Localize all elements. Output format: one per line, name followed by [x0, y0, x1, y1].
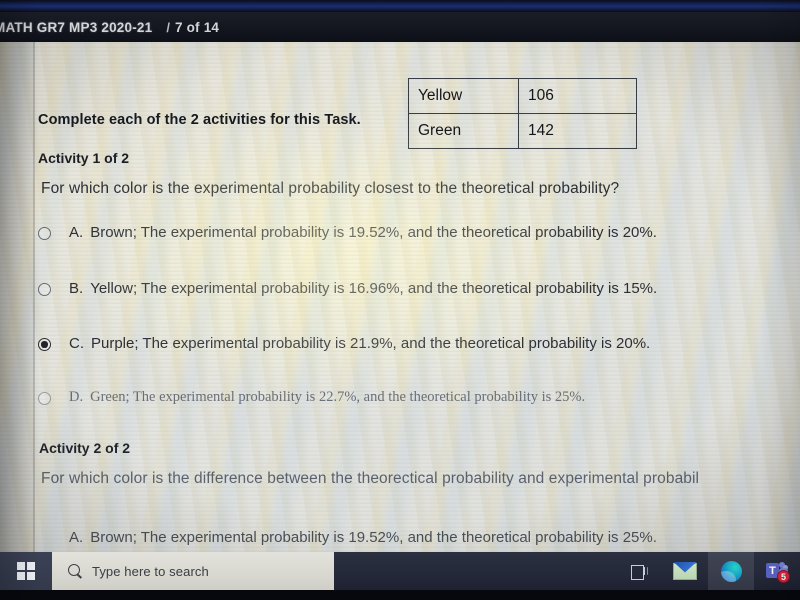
activity-2-question: For which color is the difference betwee… [41, 470, 700, 487]
edge-icon [720, 560, 742, 582]
option-letter: B. [69, 280, 84, 297]
question-content: Complete each of the 2 activities for th… [38, 42, 800, 552]
option-text: Brown; The experimental probability is 1… [90, 529, 657, 546]
option-letter: D. [69, 389, 84, 405]
header-separator: / [166, 19, 170, 35]
option-letter: A. [69, 224, 84, 241]
taskbar-icon-group: T 5 [616, 552, 800, 590]
activity-2-label: Activity 2 of 2 [39, 440, 131, 456]
windows-logo-icon [16, 561, 36, 581]
option-text: Green; The experimental probability is 2… [90, 389, 586, 405]
radio-button-icon[interactable] [38, 392, 51, 405]
option-a[interactable]: A. Brown; The experimental probability i… [38, 224, 657, 241]
left-gutter [0, 42, 34, 552]
radio-button-selected-icon[interactable] [38, 338, 51, 351]
teams-app-button[interactable]: T 5 [754, 552, 800, 590]
edge-browser-button[interactable] [708, 552, 754, 590]
start-button[interactable] [0, 552, 52, 590]
gutter-divider [33, 42, 35, 552]
teams-notification-badge: 5 [777, 569, 790, 583]
option-text: Brown; The experimental probability is 1… [90, 224, 657, 241]
option-text: Yellow; The experimental probability is … [90, 280, 658, 297]
option-d[interactable]: D. Green; The experimental probability i… [38, 389, 585, 406]
task-instruction: Complete each of the 2 activities for th… [38, 112, 361, 128]
task-view-icon [630, 564, 648, 580]
monitor-photo: MATH GR7 MP3 2020-21 / 7 of 14 Yellow 10… [0, 0, 800, 600]
windows-taskbar: Type here to search T 5 [0, 552, 800, 590]
monitor-bezel-bottom [0, 590, 800, 600]
search-icon [68, 564, 82, 578]
option-letter: A. [69, 529, 84, 546]
course-title: MATH GR7 MP3 2020-21 [0, 19, 153, 35]
option-text: Purple; The experimental probability is … [91, 335, 651, 352]
task-view-button[interactable] [616, 552, 662, 590]
activity-2-option-a[interactable]: A. Brown; The experimental probability i… [38, 529, 657, 546]
activity-1-question: For which color is the experimental prob… [41, 180, 620, 197]
app-header-bar: MATH GR7 MP3 2020-21 / 7 of 14 [0, 12, 800, 42]
radio-button-icon[interactable] [38, 227, 51, 240]
radio-button-icon[interactable] [38, 283, 51, 296]
monitor-bezel-top [0, 0, 800, 12]
assessment-page: Yellow 106 Green 142 Complete each of th… [0, 42, 800, 600]
mail-icon [673, 561, 697, 580]
option-letter: C. [69, 335, 84, 352]
option-b[interactable]: B. Yellow; The experimental probability … [38, 280, 657, 297]
taskbar-search-box[interactable]: Type here to search [52, 552, 334, 590]
activity-1-label: Activity 1 of 2 [38, 150, 130, 166]
teams-icon: T 5 [765, 562, 790, 583]
search-placeholder: Type here to search [92, 563, 209, 579]
page-indicator: 7 of 14 [174, 19, 220, 35]
mail-app-button[interactable] [662, 552, 708, 590]
option-c[interactable]: C. Purple; The experimental probability … [38, 335, 650, 352]
